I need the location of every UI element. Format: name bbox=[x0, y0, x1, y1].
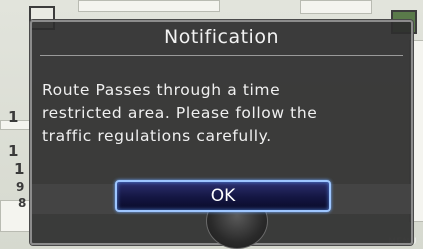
dialog-message-line: restricted area. Please follow the bbox=[42, 104, 318, 122]
map-label: 1 bbox=[8, 108, 19, 126]
map-label: 9 bbox=[16, 180, 25, 194]
map-label: 1 bbox=[8, 142, 19, 160]
dialog-message-line: traffic regulations carefully. bbox=[42, 127, 272, 145]
dialog-message-line: Route Passes through a time bbox=[42, 81, 281, 99]
dialog-title: Notification bbox=[163, 26, 280, 48]
map-road bbox=[300, 0, 372, 14]
map-road bbox=[78, 0, 220, 12]
notification-dialog: Notification Route Passes through a time… bbox=[30, 20, 413, 249]
map-label: 8 bbox=[18, 196, 27, 210]
map-label: 1 bbox=[14, 160, 25, 178]
dialog-divider bbox=[40, 55, 403, 56]
dialog-message: Route Passes through a time restricted a… bbox=[42, 79, 402, 148]
ok-button[interactable]: OK bbox=[115, 180, 331, 212]
